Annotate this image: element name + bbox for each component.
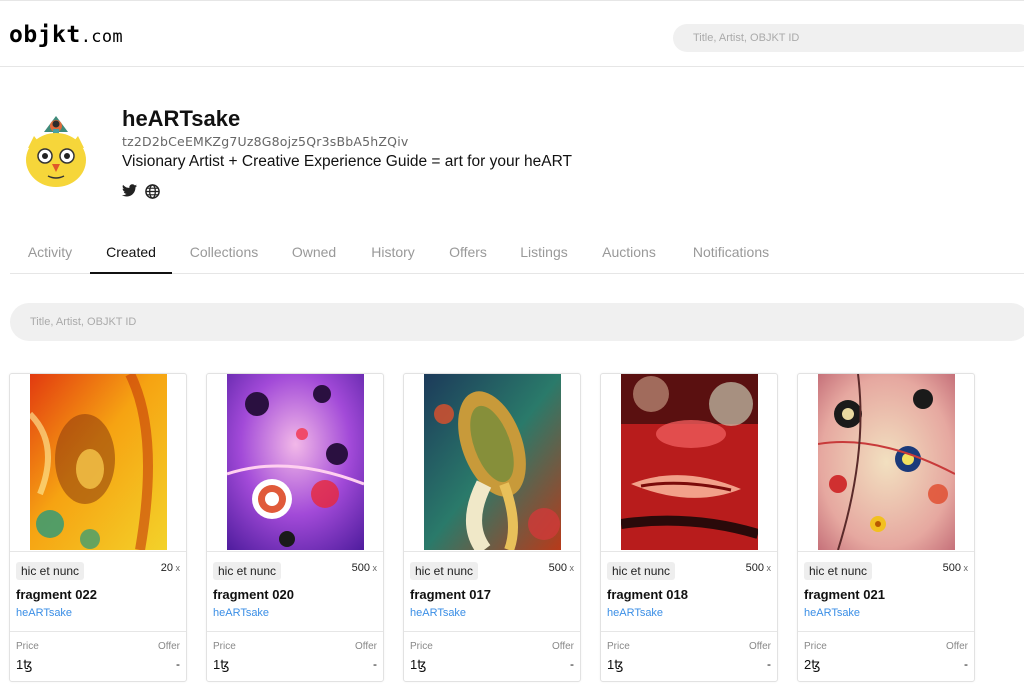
creator-link[interactable]: heARTsake xyxy=(410,607,466,619)
top-header: objkt.com xyxy=(0,0,1024,67)
offer-value: - xyxy=(570,657,574,671)
offer-value: - xyxy=(767,657,771,671)
objkt-title[interactable]: fragment 020 xyxy=(213,587,294,602)
objkt-card[interactable]: hic et nunc 500 x fragment 020 heARTsake… xyxy=(206,373,384,682)
edition-count: 500 x xyxy=(942,562,968,574)
price-label: Price xyxy=(607,641,630,652)
edition-count: 500 x xyxy=(548,562,574,574)
platform-badge: hic et nunc xyxy=(804,562,873,580)
wallet-address[interactable]: tz2D2bCeEMKZg7Uz8G8ojz5Qr3sBbA5hZQiv xyxy=(122,134,408,149)
offer-label: Offer xyxy=(354,641,377,652)
offer-value: - xyxy=(964,657,968,671)
tab-offers[interactable]: Offers xyxy=(442,232,494,274)
twitter-icon[interactable] xyxy=(122,184,138,200)
artwork-image[interactable] xyxy=(424,374,561,550)
objkt-card[interactable]: hic et nunc 500 x fragment 021 heARTsake… xyxy=(797,373,975,682)
objkt-card[interactable]: hic et nunc 20 x fragment 022 heARTsake … xyxy=(9,373,187,682)
platform-badge: hic et nunc xyxy=(213,562,282,580)
creator-link[interactable]: heARTsake xyxy=(607,607,663,619)
avatar xyxy=(24,112,88,190)
offer-label: Offer xyxy=(551,641,574,652)
platform-badge: hic et nunc xyxy=(16,562,85,580)
objkt-title[interactable]: fragment 017 xyxy=(410,587,491,602)
objkt-card[interactable]: hic et nunc 500 x fragment 018 heARTsake… xyxy=(600,373,778,682)
edition-count: 500 x xyxy=(351,562,377,574)
price-label: Price xyxy=(804,641,827,652)
artwork-image[interactable] xyxy=(227,374,364,550)
price-value: 1ꜩ xyxy=(16,657,33,672)
price-value: 1ꜩ xyxy=(410,657,427,672)
price-label: Price xyxy=(410,641,433,652)
creator-link[interactable]: heARTsake xyxy=(213,607,269,619)
header-search-input[interactable] xyxy=(673,24,1024,52)
objkt-search-input[interactable] xyxy=(10,303,1024,341)
objkt-title[interactable]: fragment 022 xyxy=(16,587,97,602)
profile-bio: Visionary Artist + Creative Experience G… xyxy=(122,153,572,170)
platform-badge: hic et nunc xyxy=(410,562,479,580)
tab-activity[interactable]: Activity xyxy=(10,232,90,274)
offer-value: - xyxy=(373,657,377,671)
tab-listings[interactable]: Listings xyxy=(514,232,574,274)
artwork-image[interactable] xyxy=(621,374,758,550)
tab-created[interactable]: Created xyxy=(90,232,172,274)
offer-value: - xyxy=(176,657,180,671)
price-value: 1ꜩ xyxy=(213,657,230,672)
tab-notifications[interactable]: Notifications xyxy=(683,232,779,274)
objkt-card[interactable]: hic et nunc 500 x fragment 017 heARTsake… xyxy=(403,373,581,682)
price-label: Price xyxy=(213,641,236,652)
objkt-title[interactable]: fragment 021 xyxy=(804,587,885,602)
tab-auctions[interactable]: Auctions xyxy=(595,232,663,274)
profile-name: heARTsake xyxy=(122,106,241,131)
platform-badge: hic et nunc xyxy=(607,562,676,580)
creator-link[interactable]: heARTsake xyxy=(16,607,72,619)
profile-tabs: Activity Created Collections Owned Histo… xyxy=(10,232,1024,274)
social-links xyxy=(122,184,161,200)
tab-owned[interactable]: Owned xyxy=(283,232,345,274)
creator-link[interactable]: heARTsake xyxy=(804,607,860,619)
artwork-image[interactable] xyxy=(30,374,167,550)
artwork-image[interactable] xyxy=(818,374,955,550)
edition-count: 20 x xyxy=(160,562,180,574)
offer-label: Offer xyxy=(945,641,968,652)
offer-label: Offer xyxy=(157,641,180,652)
objkt-title[interactable]: fragment 018 xyxy=(607,587,688,602)
edition-count: 500 x xyxy=(745,562,771,574)
tab-collections[interactable]: Collections xyxy=(182,232,266,274)
price-value: 2ꜩ xyxy=(804,657,821,672)
site-logo[interactable]: objkt.com xyxy=(9,22,123,48)
tab-history[interactable]: History xyxy=(362,232,424,274)
price-value: 1ꜩ xyxy=(607,657,624,672)
globe-icon[interactable] xyxy=(145,184,161,200)
offer-label: Offer xyxy=(748,641,771,652)
price-label: Price xyxy=(16,641,39,652)
